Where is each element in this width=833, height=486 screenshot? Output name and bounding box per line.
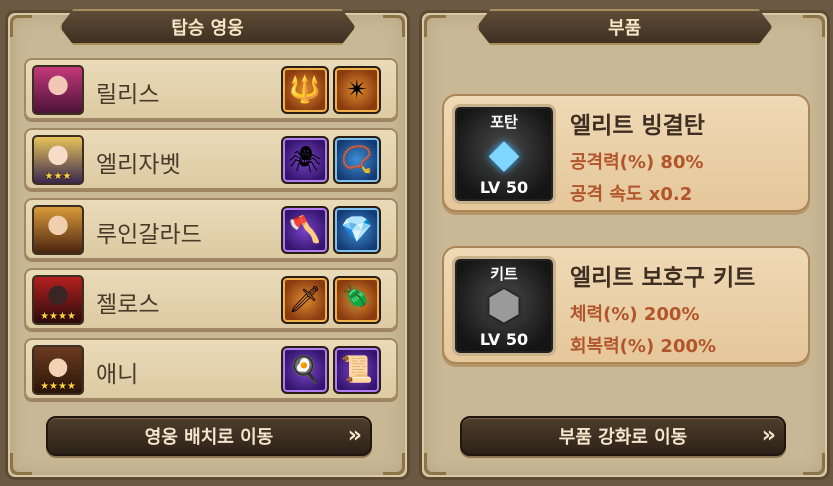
parts-panel: 부품 포탄 ◆ LV 50 엘리트 빙결탄 공격력(%) 80% 공격 속도 x… <box>419 10 830 480</box>
boarding-heroes-panel: 탑승 영웅 릴리스 🔱 ✴ ★★★ 엘리자벳 🕷 📿 루인갈라드 🪓 💎 ★★★… <box>5 10 410 480</box>
part-level: LV 50 <box>479 178 529 197</box>
hero-name: 엘리자벳 <box>96 152 181 178</box>
part-stat: 공격 속도 x0.2 <box>570 184 693 205</box>
part-card-armor-kit[interactable]: 키트 ⬢ LV 50 엘리트 보호구 키트 체력(%) 200% 회복력(%) … <box>442 246 810 364</box>
part-name: 엘리트 빙결탄 <box>570 113 705 139</box>
frame-corner <box>424 453 446 475</box>
part-card-cannonball[interactable]: 포탄 ◆ LV 50 엘리트 빙결탄 공격력(%) 80% 공격 속도 x0.2 <box>442 94 810 212</box>
frame-corner <box>803 15 825 37</box>
frame-corner <box>10 453 32 475</box>
parts-tab: 부품 <box>477 9 773 45</box>
panel-title: 탑승 영웅 <box>171 18 244 39</box>
part-icon-frame: 포탄 ◆ LV 50 <box>452 104 556 204</box>
part-stat: 공격력(%) 80% <box>570 152 704 173</box>
part-type-label: 키트 <box>490 265 518 283</box>
hero-row-zeros[interactable]: ★★★★ 젤로스 🗡 🪲 <box>24 268 398 330</box>
hero-stars: ★★★★ <box>40 311 76 322</box>
hero-portrait: ★★★★ <box>32 345 84 395</box>
panel-title: 부품 <box>607 18 642 39</box>
double-chevron-right-icon: » <box>761 423 776 448</box>
armor-plate-icon: ⬢ <box>486 283 522 329</box>
hero-row-elizabeth[interactable]: ★★★ 엘리자벳 🕷 📿 <box>24 128 398 190</box>
hero-row-lilith[interactable]: 릴리스 🔱 ✴ <box>24 58 398 120</box>
hero-portrait <box>32 205 84 255</box>
frame-corner <box>424 15 446 37</box>
pendant-icon[interactable]: 💎 <box>333 206 381 254</box>
axe-icon[interactable]: 🪓 <box>281 206 329 254</box>
spider-icon[interactable]: 🕷 <box>281 136 329 184</box>
hero-name: 젤로스 <box>96 292 160 318</box>
hero-stars: ★★★★ <box>40 381 76 392</box>
mace-icon[interactable]: 🍳 <box>281 346 329 394</box>
amulet-icon[interactable]: 📿 <box>333 136 381 184</box>
scroll-icon[interactable]: 📜 <box>333 346 381 394</box>
hero-portrait: ★★★★ <box>32 275 84 325</box>
part-icon-frame: 키트 ⬢ LV 50 <box>452 256 556 356</box>
button-label: 영웅 배치로 이동 <box>144 427 274 448</box>
hero-row-ruingalad[interactable]: 루인갈라드 🪓 💎 <box>24 198 398 260</box>
curved-blade-icon[interactable]: 🗡 <box>281 276 329 324</box>
boarding-heroes-tab: 탑승 영웅 <box>60 9 356 45</box>
frame-corner <box>803 453 825 475</box>
hero-stars: ★★★ <box>44 171 72 182</box>
part-stat: 회복력(%) 200% <box>570 336 717 357</box>
frame-corner <box>10 15 32 37</box>
hero-name: 릴리스 <box>96 82 160 108</box>
go-to-hero-placement-button[interactable]: 영웅 배치로 이동 » <box>46 416 372 456</box>
button-label: 부품 강화로 이동 <box>558 427 688 448</box>
part-name: 엘리트 보호구 키트 <box>570 265 756 291</box>
spiked-chain-icon[interactable]: ✴ <box>333 66 381 114</box>
hero-portrait <box>32 65 84 115</box>
hero-row-annie[interactable]: ★★★★ 애니 🍳 📜 <box>24 338 398 400</box>
part-level: LV 50 <box>479 330 529 349</box>
beetle-icon[interactable]: 🪲 <box>333 276 381 324</box>
double-chevron-right-icon: » <box>347 423 362 448</box>
part-type-label: 포탄 <box>490 113 518 131</box>
spear-icon[interactable]: 🔱 <box>281 66 329 114</box>
hero-name: 애니 <box>96 362 139 388</box>
frame-corner <box>383 15 405 37</box>
ice-crystal-icon: ◆ <box>488 131 520 177</box>
frame-corner <box>383 453 405 475</box>
hero-name: 루인갈라드 <box>96 222 202 248</box>
hero-portrait: ★★★ <box>32 135 84 185</box>
part-stat: 체력(%) 200% <box>570 304 700 325</box>
go-to-parts-upgrade-button[interactable]: 부품 강화로 이동 » <box>460 416 786 456</box>
